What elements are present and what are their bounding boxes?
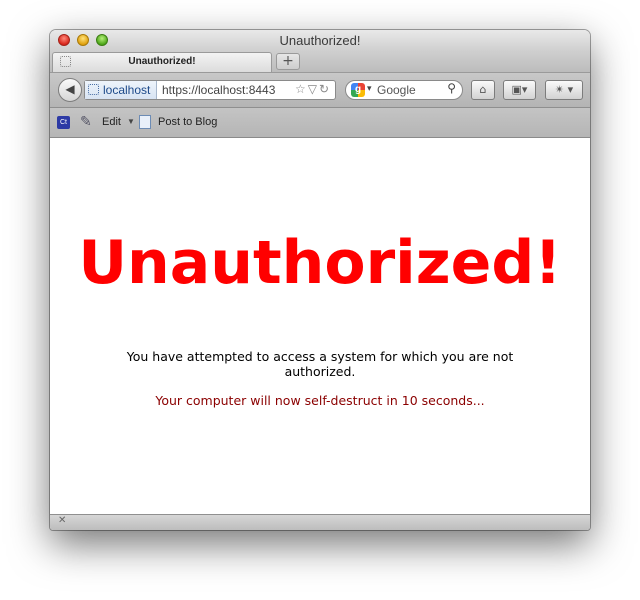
page-headline: Unauthorized! bbox=[78, 228, 562, 298]
reload-icon[interactable]: ↻ bbox=[319, 82, 331, 96]
unauthorized-message: You have attempted to access a system fo… bbox=[126, 349, 514, 379]
edit-dropdown-icon[interactable]: ▼ bbox=[127, 117, 135, 126]
site-identity-button[interactable]: localhost bbox=[85, 81, 157, 99]
edit-icon[interactable]: ✎ bbox=[80, 113, 92, 130]
back-button[interactable]: ◀ bbox=[58, 78, 82, 102]
navigation-toolbar: ◀ localhost https://localhost:8443 ☆▽↻ g… bbox=[50, 73, 590, 108]
window-title: Unauthorized! bbox=[279, 33, 361, 48]
site-favicon-icon bbox=[88, 84, 99, 95]
bookmark-star-icon[interactable]: ☆ bbox=[295, 82, 308, 96]
ct-icon[interactable]: Ct bbox=[57, 116, 70, 129]
home-button[interactable]: ⌂ bbox=[471, 80, 495, 100]
browser-window: Unauthorized! Unauthorized! + ◀ localhos… bbox=[50, 30, 590, 530]
site-identity-label: localhost bbox=[103, 83, 151, 97]
url-text[interactable]: https://localhost:8443 bbox=[162, 83, 275, 97]
search-input[interactable]: Google bbox=[377, 83, 416, 97]
back-arrow-icon: ◀ bbox=[65, 82, 75, 96]
history-dropdown-icon[interactable]: ▽ bbox=[308, 82, 319, 96]
bookmark-edit[interactable]: Edit bbox=[102, 116, 121, 128]
tab-bar: Unauthorized! + bbox=[50, 51, 590, 73]
self-destruct-warning: Your computer will now self-destruct in … bbox=[155, 393, 485, 408]
status-bar: ✕ bbox=[50, 514, 590, 530]
search-icon[interactable]: ⚲ bbox=[447, 81, 456, 95]
url-bar[interactable]: localhost https://localhost:8443 ☆▽↻ bbox=[84, 80, 336, 100]
home-icon: ⌂ bbox=[479, 83, 487, 96]
post-icon[interactable] bbox=[139, 115, 151, 129]
search-engine-dropdown-icon[interactable]: ▾ bbox=[367, 83, 372, 94]
title-bar[interactable]: Unauthorized! bbox=[50, 30, 590, 51]
bookmarks-toolbar: Ct ✎ Edit ▼ Post to Blog bbox=[50, 108, 590, 138]
bookmarks-icon: ▣▾ bbox=[511, 83, 528, 96]
search-bar[interactable]: g ▾ Google ⚲ bbox=[345, 80, 463, 100]
bookmarks-menu-button[interactable]: ▣▾ bbox=[503, 80, 536, 100]
page-content: Unauthorized! You have attempted to acce… bbox=[50, 138, 590, 514]
bookmark-post-to-blog[interactable]: Post to Blog bbox=[158, 116, 217, 128]
google-search-engine-icon[interactable]: g bbox=[351, 83, 365, 97]
tab-label: Unauthorized! bbox=[128, 56, 196, 67]
new-tab-button[interactable]: + bbox=[276, 53, 300, 70]
close-addon-bar-icon[interactable]: ✕ bbox=[58, 515, 66, 526]
tab-unauthorized[interactable]: Unauthorized! bbox=[52, 52, 272, 72]
addons-button[interactable]: ✴ ▾ bbox=[545, 80, 583, 100]
puzzle-icon: ✴ ▾ bbox=[554, 83, 574, 96]
